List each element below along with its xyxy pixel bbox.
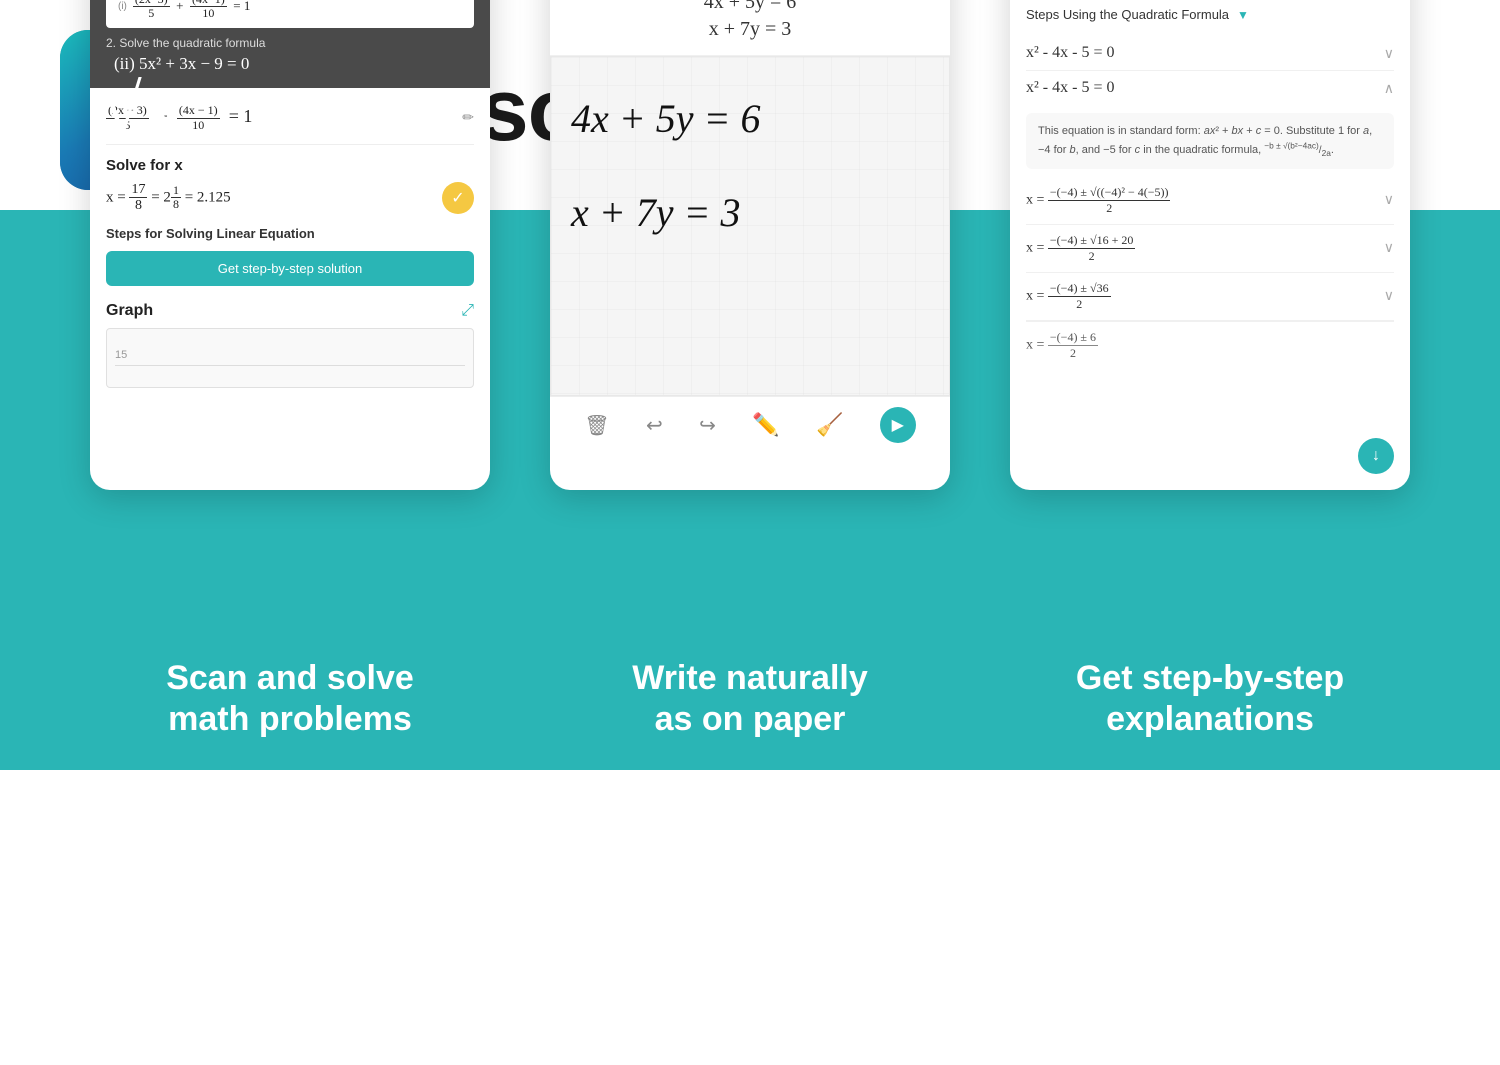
caption2: Write naturally as on paper bbox=[550, 658, 950, 740]
caption2-line1: Write naturally bbox=[550, 658, 950, 699]
solve-result-row: x = 178 = 218 = 2.125 ✓ bbox=[106, 182, 474, 214]
caption1: Scan and solve math problems bbox=[90, 658, 490, 740]
redo-icon[interactable]: ↪ bbox=[699, 413, 716, 438]
captions-row: Scan and solve math problems Write natur… bbox=[0, 658, 1500, 740]
eraser-icon[interactable]: 🧹 bbox=[816, 412, 843, 438]
eq-line2: x + 7y = 3 bbox=[566, 18, 934, 41]
graph-label: Graph bbox=[106, 302, 153, 320]
phone2-mockup: ☰ 📷 Scan ⌨ Type ✍ Draw ⚙ bbox=[550, 0, 950, 490]
last-eq: x = −(−4) ± 62 bbox=[1026, 321, 1394, 369]
caption3: Get step-by-step explanations bbox=[1010, 658, 1410, 740]
step-eq1-text: x = −(−4) ± √((−4)² − 4(−5))2 bbox=[1026, 185, 1170, 216]
graph-area: 15 bbox=[106, 328, 474, 388]
solve-equation: x = 178 = 218 = 2.125 bbox=[106, 182, 231, 214]
pencil-icon[interactable]: ✏ bbox=[462, 110, 474, 127]
pencil-tool-icon[interactable]: ✏️ bbox=[752, 412, 779, 438]
phones-row: ← Algebra Assignment 🔖 1. Solve the line… bbox=[0, 0, 1500, 490]
steps-label: Steps for Solving Linear Equation bbox=[106, 226, 474, 241]
step-eq2-text: x = −(−4) ± √16 + 202 bbox=[1026, 233, 1135, 264]
explanation-box: This equation is in standard form: ax² +… bbox=[1026, 113, 1394, 169]
graph-header: Graph ⤢ bbox=[106, 302, 474, 320]
problem1-eq-box: (i) (2x−3)5 + (4x−1)10 = 1 bbox=[106, 0, 474, 28]
eq1: x² - 4x - 5 = 0 bbox=[1026, 44, 1114, 62]
step-eq2: x = −(−4) ± √16 + 202 ∨ bbox=[1026, 225, 1394, 273]
handwritten-equations: 4x + 5y = 6 x + 7y = 3 bbox=[571, 87, 929, 245]
phone2-equations: 4x + 5y = 6 x + 7y = 3 bbox=[550, 0, 950, 56]
undo-icon[interactable]: ↩ bbox=[646, 413, 663, 438]
phone3-content: Solve for x Steps Using the Quadratic Fo… bbox=[1010, 0, 1410, 385]
step-eq3: x = −(−4) ± √362 ∨ bbox=[1026, 273, 1394, 321]
drawing-canvas[interactable]: 4x + 5y = 6 x + 7y = 3 bbox=[550, 56, 950, 396]
scroll-down-button[interactable]: ↓ bbox=[1358, 438, 1394, 474]
eq-row-1[interactable]: x² - 4x - 5 = 0 ∨ bbox=[1026, 36, 1394, 71]
caption2-line2: as on paper bbox=[550, 699, 950, 740]
phone3-mockup: ‹ ☐ Solve for x Steps Using the Quadrati… bbox=[1010, 0, 1410, 490]
chevron-up2: ∧ bbox=[1384, 80, 1394, 97]
phone2-toolbar: 🗑 ↩ ↪ ✏️ 🧹 ▶ bbox=[550, 396, 950, 453]
explanation-text: This equation is in standard form: ax² +… bbox=[1038, 125, 1372, 156]
method-label: Steps Using the Quadratic Formula bbox=[1026, 7, 1229, 22]
solve-header: Solve for x bbox=[106, 157, 474, 174]
expand-icon[interactable]: ⤢ bbox=[461, 302, 474, 320]
caption3-line1: Get step-by-step bbox=[1010, 658, 1410, 699]
caption3-line2: explanations bbox=[1010, 699, 1410, 740]
eq2: x² - 4x - 5 = 0 bbox=[1026, 79, 1114, 97]
caption1-line2: math problems bbox=[90, 699, 490, 740]
check-icon: ✓ bbox=[442, 182, 474, 214]
eq-num: (i) bbox=[118, 1, 127, 12]
caption1-line1: Scan and solve bbox=[90, 658, 490, 699]
step-eq3-text: x = −(−4) ± √362 bbox=[1026, 281, 1111, 312]
chevron-down4: ∨ bbox=[1384, 240, 1394, 257]
handwritten-line1: 4x + 5y = 6 bbox=[571, 87, 929, 151]
chevron-down3: ∨ bbox=[1384, 192, 1394, 209]
chevron-down1: ∨ bbox=[1384, 45, 1394, 62]
eq-line1: 4x + 5y = 6 bbox=[566, 0, 934, 14]
teal-background: ← Algebra Assignment 🔖 1. Solve the line… bbox=[0, 210, 1500, 770]
logo-symbol: √x bbox=[102, 69, 178, 152]
method-arrow[interactable]: ▼ bbox=[1237, 8, 1249, 22]
eq-row-2[interactable]: x² - 4x - 5 = 0 ∧ bbox=[1026, 71, 1394, 105]
method-row: Steps Using the Quadratic Formula ▼ bbox=[1026, 7, 1394, 22]
send-button[interactable]: ▶ bbox=[880, 407, 916, 443]
step-eq1: x = −(−4) ± √((−4)² − 4(−5))2 ∨ bbox=[1026, 177, 1394, 225]
handwritten-line2: x + 7y = 3 bbox=[571, 181, 929, 245]
step-by-step-button[interactable]: Get step-by-step solution bbox=[106, 251, 474, 286]
chevron-down5: ∨ bbox=[1384, 288, 1394, 305]
trash-icon[interactable]: 🗑 bbox=[584, 413, 609, 438]
problem1-eq: (2x−3)5 + (4x−1)10 = 1 bbox=[133, 0, 250, 20]
problem2-label: 2. Solve the quadratic formula bbox=[106, 36, 474, 50]
